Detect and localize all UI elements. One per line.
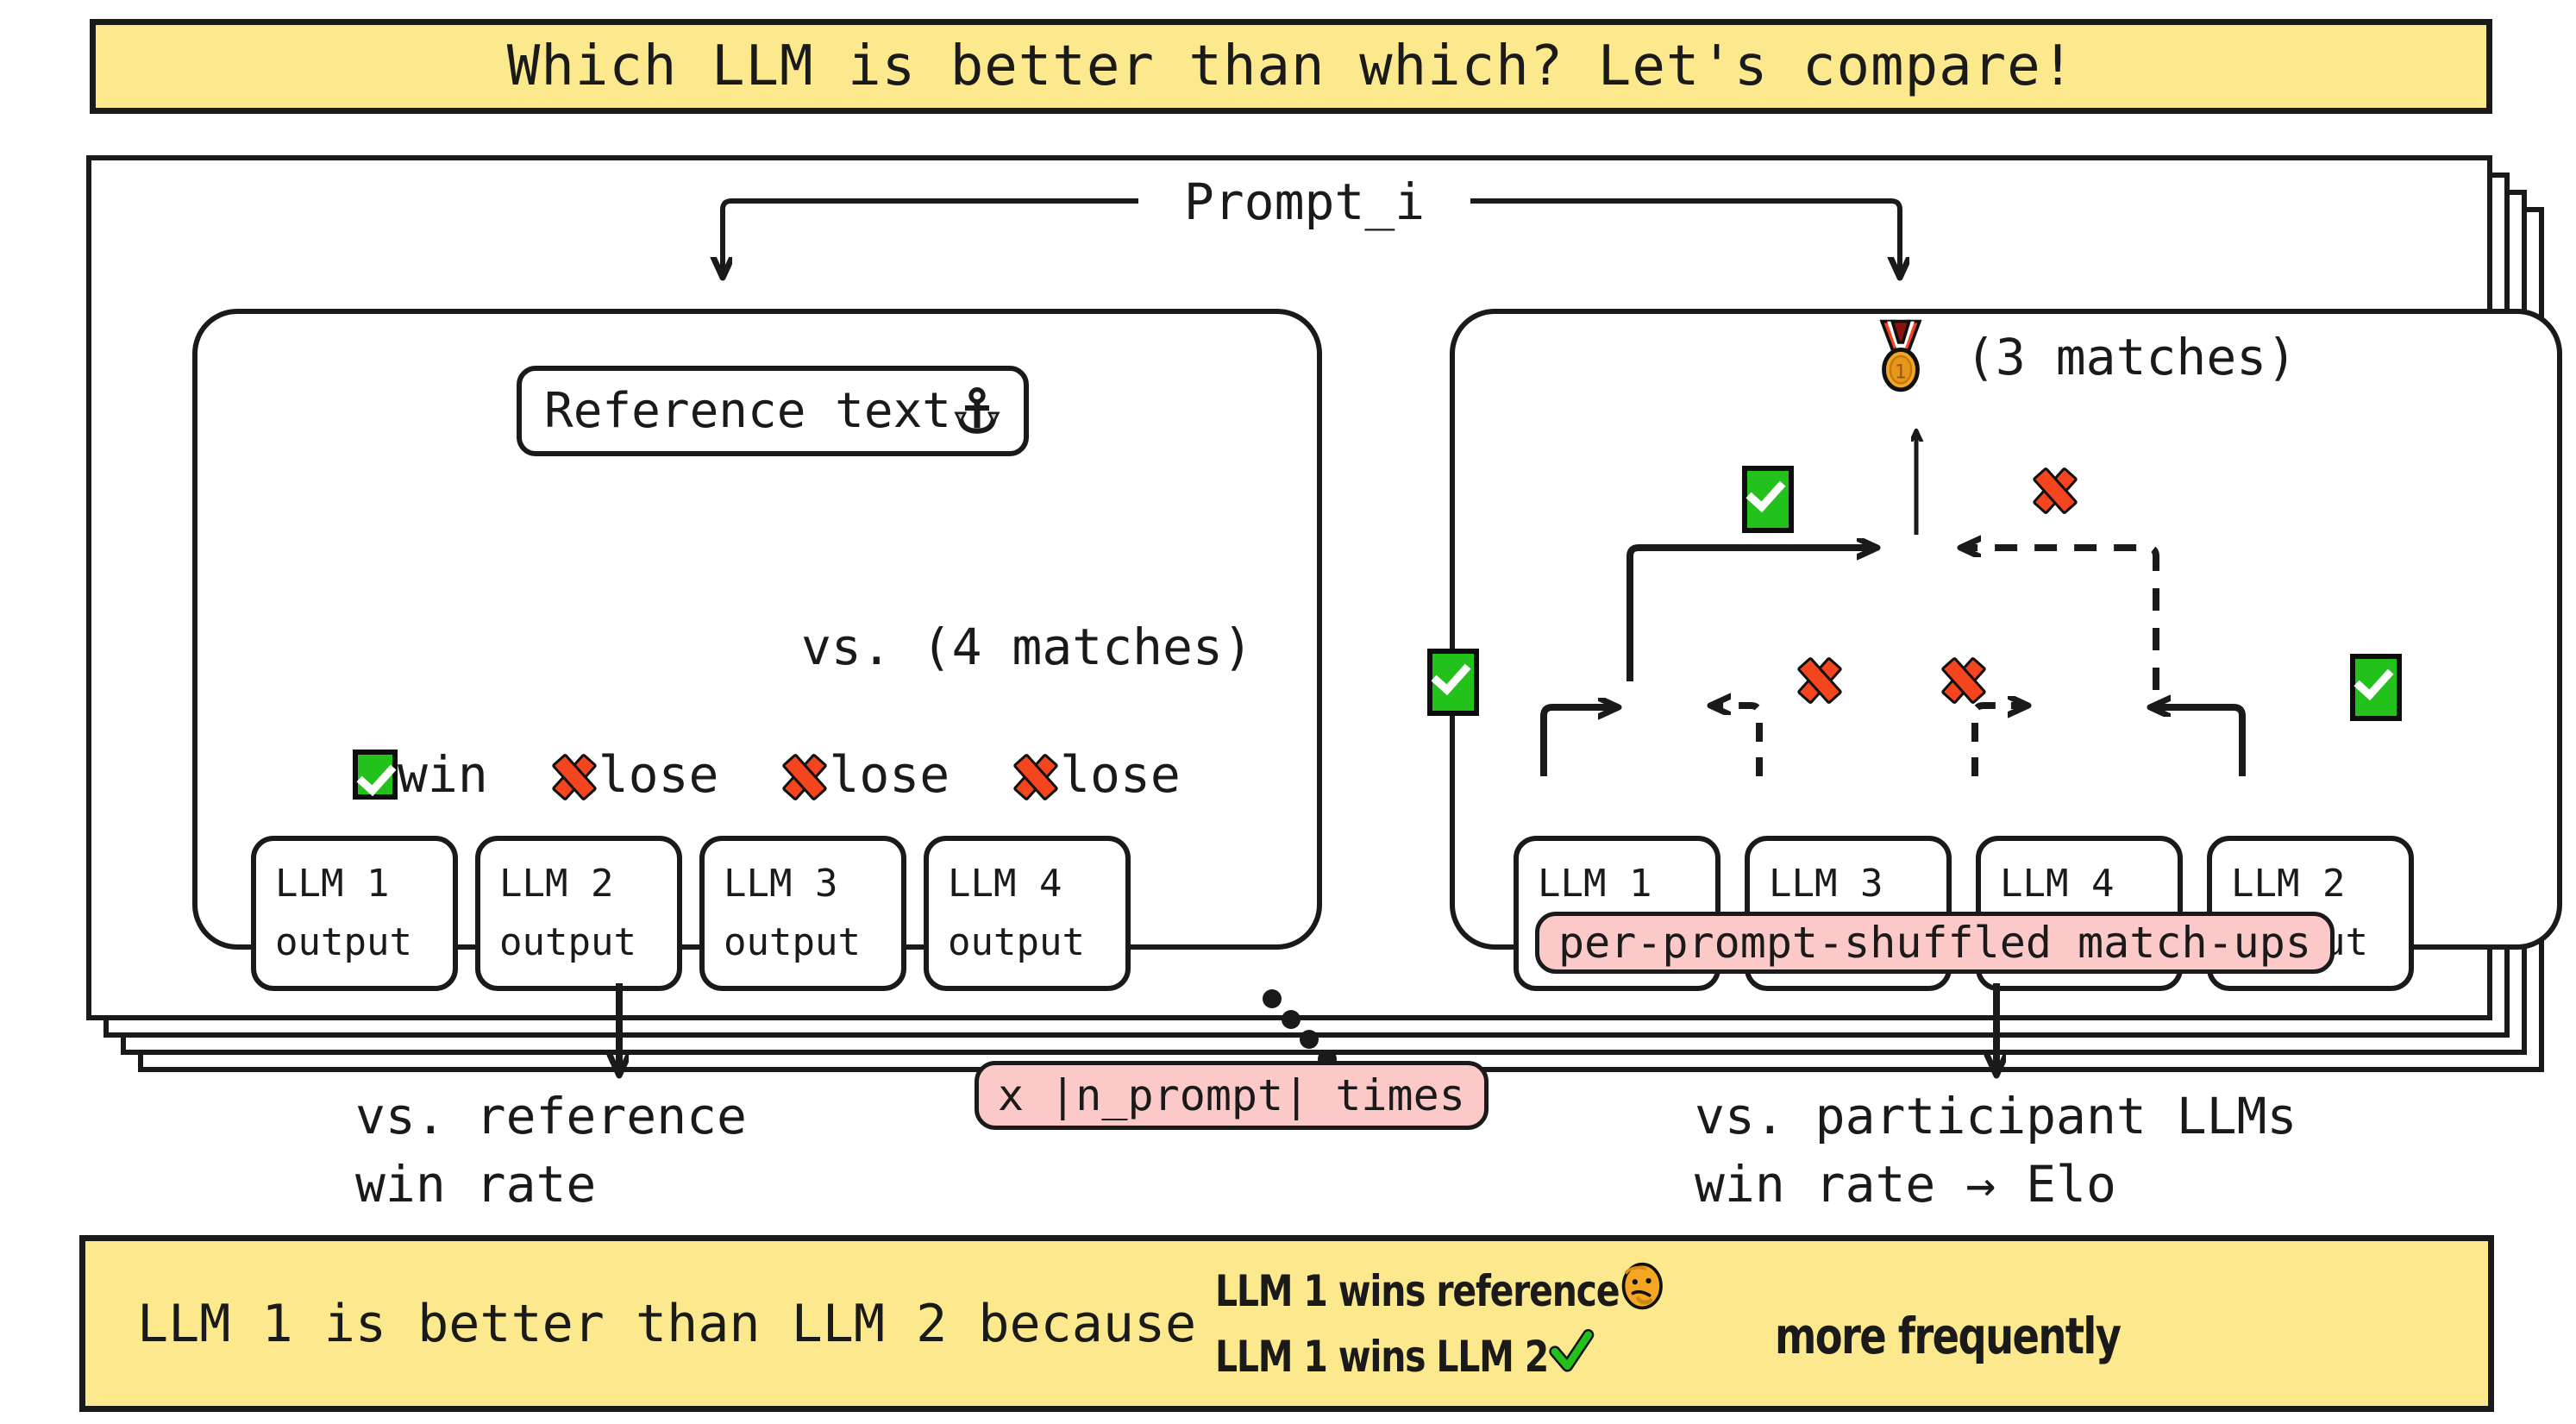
reference-comparison-panel: Reference text vs. (4 matches) win lose … [192,309,1322,991]
tournament-panel: LLM 1 output LLM 3 output LLM 4 output L… [1450,309,2562,991]
conclusion-tail-text: more frequently [1775,1306,2122,1365]
green-check-icon [2350,654,2402,721]
thinking-face-icon [1618,1261,1668,1321]
green-check-icon [1427,649,1479,716]
repeat-count-pill: x |n_prompt| times [975,1061,1489,1130]
top-banner-text: Which LLM is better than which? Let's co… [506,35,2076,98]
shuffled-matchups-label: per-prompt-shuffled match-ups [1558,918,2311,968]
llm-output-box: LLM 2 output [475,836,682,991]
llm-name: LLM 4 [948,861,1062,906]
green-check-mark-icon [1546,1327,1596,1387]
conclusion-lead-text: LLM 1 is better than LLM 2 because [137,1293,1197,1354]
tournament-winner-row: 1 (3 matches) [1867,319,2297,395]
red-cross-icon [775,748,829,801]
llm-output-box: LLM 1 output [251,836,458,991]
prompt-label-wrapper: Prompt_i [1138,166,1470,238]
reason-line-2: LLM 1 wins LLM 2 [1215,1327,1663,1387]
llm-name: LLM 1 [1538,861,1652,906]
green-check-icon [1742,466,1794,533]
reason-line-1: LLM 1 wins reference [1215,1261,1664,1321]
red-cross-icon [1006,748,1060,801]
green-check-icon [353,750,398,800]
reference-text-label: Reference text [544,383,952,439]
outcome-label: win [398,745,488,804]
repeat-count-label: x |n_prompt| times [998,1070,1465,1120]
outcome-lose-1: lose [545,745,719,804]
shuffled-matchups-pill: per-prompt-shuffled match-ups [1535,912,2335,974]
gold-medal-icon: 1 [1867,319,1934,395]
diagram-canvas: Which LLM is better than which? Let's co… [0,0,2576,1424]
svg-text:1: 1 [1895,361,1907,383]
reason-line-1-text: LLM 1 wins reference [1215,1265,1620,1316]
llm-output-label: output [948,920,1085,964]
tournament-matches-label: (3 matches) [1965,328,2297,386]
prompt-card: Reference text vs. (4 matches) win lose … [86,155,2562,1020]
prompt-label: Prompt_i [1183,173,1426,231]
outcome-lose-2: lose [775,745,950,804]
llm-name: LLM 2 [2231,861,2346,906]
red-cross-icon [1779,651,1855,727]
red-cross-icon [2015,461,2090,537]
llm-output-label: output [499,920,636,964]
reference-matches-label: vs. (4 matches) [801,618,1253,676]
llm-name: LLM 2 [499,861,614,906]
conclusion-banner: LLM 1 is better than LLM 2 because LLM 1… [79,1235,2494,1412]
right-outcome-label: vs. participant LLMs win rate → Elo [1695,1087,2297,1214]
left-outcome-label: vs. reference win rate [355,1087,747,1214]
llm-name: LLM 3 [1769,861,1883,906]
outcome-label: lose [829,745,950,804]
outcome-lose-3: lose [1006,745,1181,804]
top-banner: Which LLM is better than which? Let's co… [90,19,2492,114]
outcome-label: lose [598,745,719,804]
reference-text-box: Reference text [517,366,1030,456]
outcome-win: win [353,745,488,804]
reference-outcome-row: win lose lose lose [353,745,1181,804]
red-cross-icon [1923,651,1999,727]
anchor-icon [953,386,1001,436]
conclusion-row: LLM 1 is better than LLM 2 because LLM 1… [137,1261,2488,1387]
red-cross-icon [545,748,599,801]
llm-name: LLM 3 [724,861,838,906]
llm-output-label: output [275,920,412,964]
llm-name: LLM 1 [275,861,390,906]
llm-output-label: output [724,920,861,964]
llm-name: LLM 4 [2000,861,2115,906]
llm-output-box: LLM 3 output [699,836,906,991]
outcome-label: lose [1060,745,1181,804]
conclusion-reasons: LLM 1 wins reference LLM 1 wins LLM 2 [1215,1261,1761,1387]
llm-output-box: LLM 4 output [924,836,1131,991]
reason-line-2-text: LLM 1 wins LLM 2 [1215,1331,1549,1382]
